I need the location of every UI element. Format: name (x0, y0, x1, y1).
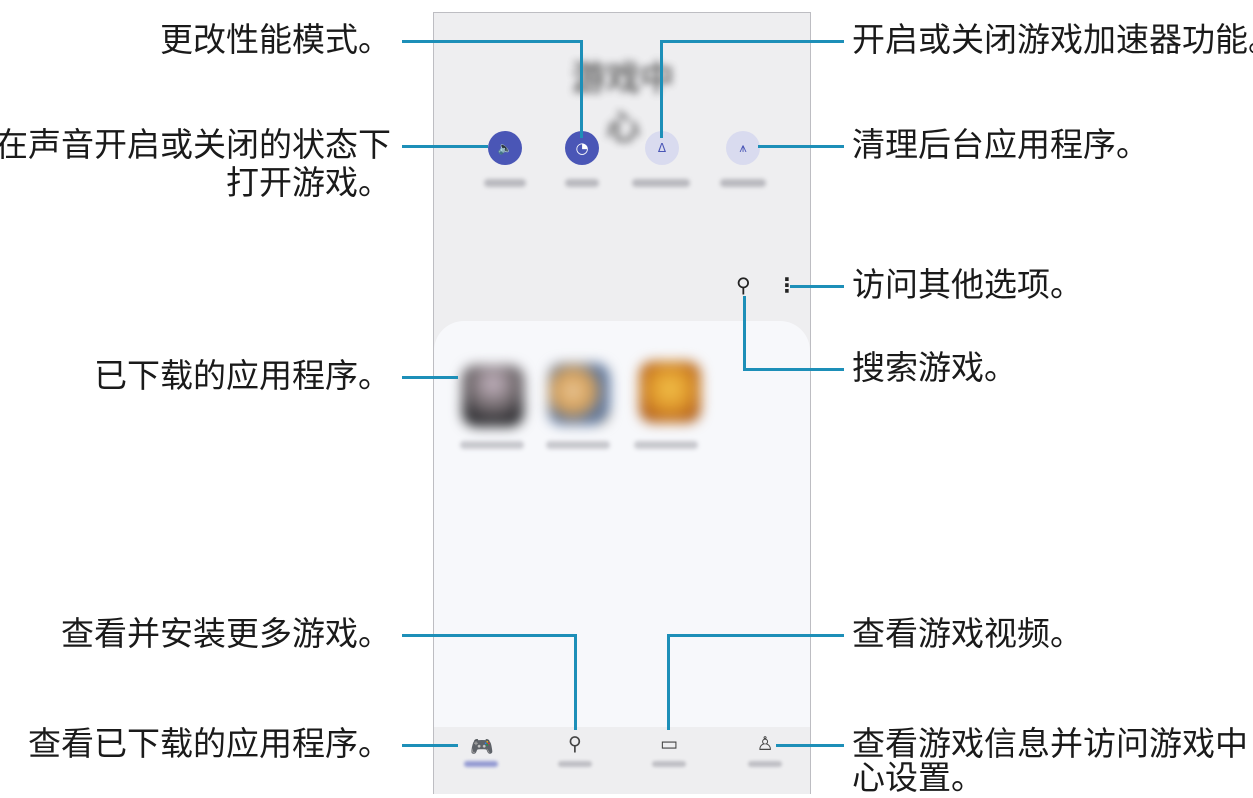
callout-downloaded-apps: 已下载的应用程序。 (94, 356, 391, 395)
leader-booster-v (660, 40, 663, 138)
leader-search-h (743, 368, 844, 371)
leader-video-v (667, 634, 670, 730)
sound-mode-label (484, 179, 526, 187)
search-icon[interactable]: ⚲ (736, 273, 751, 297)
callout-clean-background: 清理后台应用程序。 (852, 125, 1149, 164)
booster-icon: Δ (657, 141, 667, 155)
callout-more-options: 访问其他选项。 (852, 265, 1083, 304)
game-thumbnail-2[interactable] (548, 363, 610, 425)
leader-clean (758, 145, 844, 148)
performance-mode-label (565, 179, 599, 187)
speaker-icon: 🔈 (497, 141, 513, 155)
callout-library: 查看已下载的应用程序。 (28, 724, 391, 763)
callout-game-videos: 查看游戏视频。 (852, 614, 1083, 653)
clean-background-button[interactable]: ⩚ (726, 131, 760, 165)
bottom-navigation: 🎮 ⚲ ▭ ♙ (434, 727, 810, 794)
callout-install-games: 查看并安装更多游戏。 (61, 614, 391, 653)
leader-sound (402, 145, 488, 148)
callout-booster: 开启或关闭游戏加速器功能。 (852, 20, 1253, 59)
leader-booster-h (660, 40, 844, 43)
tab-library-label (464, 761, 498, 767)
video-icon[interactable]: ▭ (654, 733, 684, 755)
game-name-1 (460, 441, 524, 449)
game-thumbnail-3[interactable] (639, 361, 701, 423)
leader-library (402, 744, 458, 747)
broom-icon: ⩚ (739, 140, 747, 156)
sound-mode-button[interactable]: 🔈 (488, 131, 522, 165)
leader-profile (776, 744, 844, 747)
page-title: 游戏中心 (572, 59, 674, 148)
game-name-3 (634, 441, 698, 449)
tab-discover-label (558, 761, 592, 767)
booster-label (632, 179, 690, 187)
game-library-panel (434, 321, 810, 741)
leader-install-v (574, 634, 577, 730)
leader-downloaded (402, 376, 458, 379)
callout-performance-mode: 更改性能模式。 (160, 20, 391, 59)
callout-search-games: 搜索游戏。 (852, 348, 1017, 387)
phone-screen: 游戏中心 🔈 ◔ Δ ⩚ ⚲ ⋮ 🎮 ⚲ ▭ ♙ (433, 12, 811, 794)
game-name-2 (546, 441, 610, 449)
callout-sound-line2: 打开游戏。 (226, 163, 391, 202)
performance-icon: ◔ (575, 139, 589, 157)
clean-background-label (720, 179, 766, 187)
leader-search-v (743, 296, 746, 370)
leader-video-h (667, 634, 844, 637)
gamepad-icon[interactable]: 🎮 (467, 735, 497, 758)
search-icon[interactable]: ⚲ (560, 733, 590, 755)
game-thumbnail-1[interactable] (462, 365, 524, 427)
leader-performance-v (580, 40, 583, 138)
leader-more (790, 285, 844, 288)
tab-profile-label (748, 761, 782, 767)
leader-install-h (402, 634, 576, 637)
tab-video-label (652, 761, 686, 767)
callout-sound-line1: 在声音开启或关闭的状态下 (0, 125, 391, 164)
leader-performance-h (402, 40, 582, 43)
callout-profile-line2: 心设置。 (852, 758, 984, 797)
